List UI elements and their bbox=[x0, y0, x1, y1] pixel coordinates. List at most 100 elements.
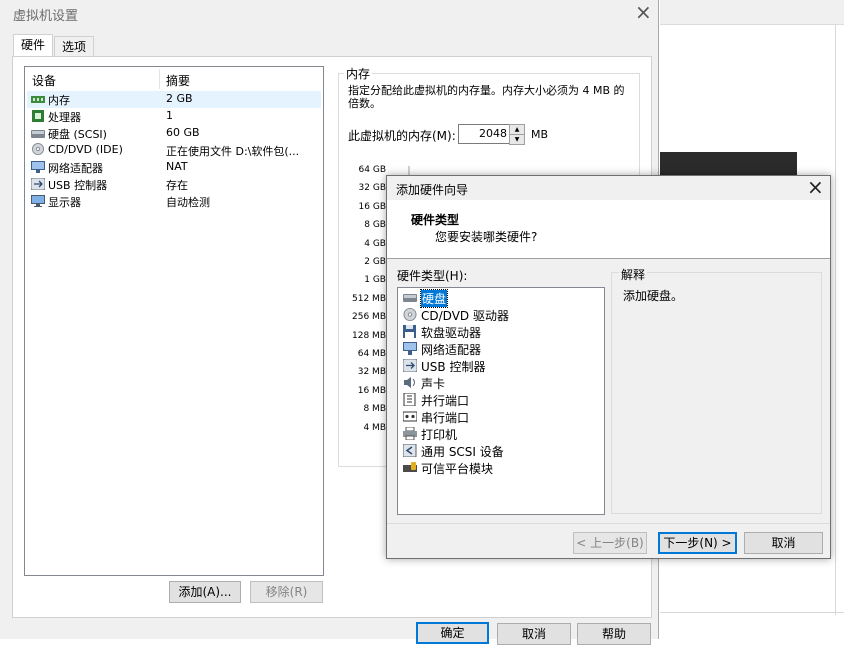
device-name: 硬盘 (SCSI) bbox=[48, 128, 107, 141]
memory-scale-label: 8 MB bbox=[363, 404, 386, 415]
remove-device-button[interactable]: 移除(R) bbox=[250, 581, 323, 603]
add-hardware-wizard: 添加硬件向导 × 硬件类型 您要安装哪类硬件? 硬件类型(H): 硬盘 CD/D… bbox=[386, 175, 831, 559]
hardware-type-list[interactable]: 硬盘 CD/DVD 驱动器 软盘驱动器 网络适配器 USB 控制器 声卡 并行端… bbox=[397, 287, 605, 515]
cdrom-icon bbox=[32, 143, 44, 155]
device-row-harddisk[interactable]: 硬盘 (SCSI) 60 GB bbox=[27, 125, 321, 142]
explanation-area bbox=[613, 283, 819, 512]
memory-group-title: 内存 bbox=[344, 65, 373, 82]
memory-scale-label: 4 MB bbox=[363, 422, 386, 433]
list-item-scsi[interactable]: 通用 SCSI 设备 bbox=[400, 442, 600, 459]
usb-icon bbox=[31, 178, 45, 190]
memory-scale-label: 16 MB bbox=[357, 385, 386, 396]
device-summary: 2 GB bbox=[166, 92, 193, 105]
device-summary: 1 bbox=[166, 109, 173, 122]
serial-port-icon bbox=[403, 411, 417, 422]
next-button[interactable]: 下一步(N) > bbox=[658, 532, 737, 554]
list-item-tpm[interactable]: 可信平台模块 bbox=[400, 459, 600, 476]
background-divider-bottom bbox=[660, 612, 844, 613]
harddisk-icon bbox=[31, 130, 45, 138]
add-device-button[interactable]: 添加(A)... bbox=[169, 581, 241, 603]
list-item-label: USB 控制器 bbox=[421, 360, 486, 374]
wizard-cancel-button[interactable]: 取消 bbox=[744, 532, 823, 554]
memory-icon bbox=[31, 96, 45, 103]
explanation-title: 解释 bbox=[619, 266, 648, 283]
list-item-label: 声卡 bbox=[421, 377, 446, 391]
memory-scale-label: 64 MB bbox=[357, 349, 386, 359]
list-item-parallel[interactable]: 并行端口 bbox=[400, 391, 600, 408]
close-icon[interactable]: × bbox=[807, 177, 824, 197]
cancel-button[interactable]: 取消 bbox=[497, 623, 571, 645]
usb-icon bbox=[403, 359, 417, 372]
memory-scale-label: 32 MB bbox=[357, 367, 386, 378]
list-item-serial[interactable]: 串行端口 bbox=[400, 408, 600, 425]
wizard-footer-divider bbox=[387, 523, 830, 524]
device-row-network[interactable]: 网络适配器 NAT bbox=[27, 159, 321, 176]
list-item-printer[interactable]: 打印机 bbox=[400, 425, 600, 442]
memory-scale-label: 16 GB bbox=[358, 201, 386, 212]
memory-scale-label: 4 GB bbox=[364, 238, 386, 249]
printer-icon bbox=[403, 427, 417, 440]
close-icon[interactable]: × bbox=[635, 2, 652, 22]
back-button[interactable]: < 上一步(B) bbox=[573, 532, 647, 554]
list-item-floppy[interactable]: 软盘驱动器 bbox=[400, 323, 600, 340]
tab-hardware[interactable]: 硬件 bbox=[13, 34, 53, 58]
tpm-icon bbox=[403, 462, 417, 472]
list-item-label: 硬盘 bbox=[419, 289, 449, 308]
device-summary: 自动检测 bbox=[166, 196, 210, 209]
network-icon bbox=[403, 342, 417, 355]
list-item-network[interactable]: 网络适配器 bbox=[400, 340, 600, 357]
list-item-label: 软盘驱动器 bbox=[421, 326, 482, 340]
device-row-cdrom[interactable]: CD/DVD (IDE) 正在使用文件 D:\软件包(... bbox=[27, 142, 321, 159]
device-row-memory[interactable]: 内存 2 GB bbox=[27, 91, 321, 108]
memory-scale-label: 64 GB bbox=[358, 165, 386, 175]
explanation-text: 添加硬盘。 bbox=[623, 289, 684, 303]
memory-unit: MB bbox=[531, 128, 549, 141]
device-summary: 存在 bbox=[166, 179, 188, 192]
device-name: 内存 bbox=[48, 94, 70, 107]
memory-scale-label: 8 GB bbox=[364, 220, 386, 231]
list-item-label: 打印机 bbox=[421, 428, 458, 442]
wizard-title: 添加硬件向导 bbox=[396, 183, 469, 197]
device-name: USB 控制器 bbox=[48, 179, 108, 192]
memory-scale-label: 512 MB bbox=[352, 293, 386, 304]
list-item-usb[interactable]: USB 控制器 bbox=[400, 357, 600, 374]
memory-scale-label: 256 MB bbox=[352, 312, 386, 323]
device-summary: 60 GB bbox=[166, 126, 200, 139]
tab-options[interactable]: 选项 bbox=[54, 36, 94, 58]
memory-scale: 64 GB 32 GB 16 GB 8 GB 4 GB 2 GB 1 GB 51… bbox=[340, 165, 388, 445]
column-header-summary[interactable]: 摘要 bbox=[166, 72, 190, 89]
wizard-header: 硬件类型 您要安装哪类硬件? bbox=[387, 200, 830, 259]
background-title-bar bbox=[660, 0, 844, 25]
speaker-icon bbox=[404, 377, 415, 388]
device-name: CD/DVD (IDE) bbox=[48, 143, 123, 156]
list-item-cdrom[interactable]: CD/DVD 驱动器 bbox=[400, 306, 600, 323]
device-summary: NAT bbox=[166, 160, 188, 173]
background-divider bbox=[835, 25, 836, 615]
help-button[interactable]: 帮助 bbox=[577, 623, 651, 645]
cpu-icon bbox=[32, 110, 44, 122]
list-item-label: 通用 SCSI 设备 bbox=[421, 445, 504, 459]
device-row-display[interactable]: 显示器 自动检测 bbox=[27, 193, 321, 210]
memory-scale-label: 32 GB bbox=[358, 183, 386, 194]
wizard-header-subtitle: 您要安装哪类硬件? bbox=[435, 230, 538, 244]
display-icon bbox=[31, 195, 45, 207]
memory-description: 指定分配给此虚拟机的内存量。内存大小必须为 4 MB 的倍数。 bbox=[348, 84, 625, 110]
network-icon bbox=[31, 161, 45, 173]
device-name: 处理器 bbox=[48, 111, 81, 124]
device-row-usb[interactable]: USB 控制器 存在 bbox=[27, 176, 321, 193]
column-header-device[interactable]: 设备 bbox=[32, 72, 56, 89]
ok-button[interactable]: 确定 bbox=[416, 622, 489, 644]
floppy-icon bbox=[403, 325, 416, 338]
memory-field-label: 此虚拟机的内存(M): bbox=[348, 129, 456, 143]
list-item-sound[interactable]: 声卡 bbox=[400, 374, 600, 391]
scsi-icon bbox=[403, 444, 417, 457]
list-item-harddisk[interactable]: 硬盘 bbox=[400, 289, 600, 308]
device-table: 设备 摘要 内存 2 GB 处理器 1 硬盘 (SCSI) 60 GB CD/D… bbox=[24, 66, 324, 576]
spin-down-icon[interactable]: ▼ bbox=[509, 134, 525, 145]
memory-size-input[interactable]: 2048 bbox=[458, 124, 510, 144]
device-row-cpu[interactable]: 处理器 1 bbox=[27, 108, 321, 125]
list-item-label: 串行端口 bbox=[421, 411, 470, 425]
memory-scale-label: 2 GB bbox=[364, 257, 386, 267]
list-item-label: 网络适配器 bbox=[421, 343, 482, 357]
harddisk-icon bbox=[403, 294, 417, 302]
